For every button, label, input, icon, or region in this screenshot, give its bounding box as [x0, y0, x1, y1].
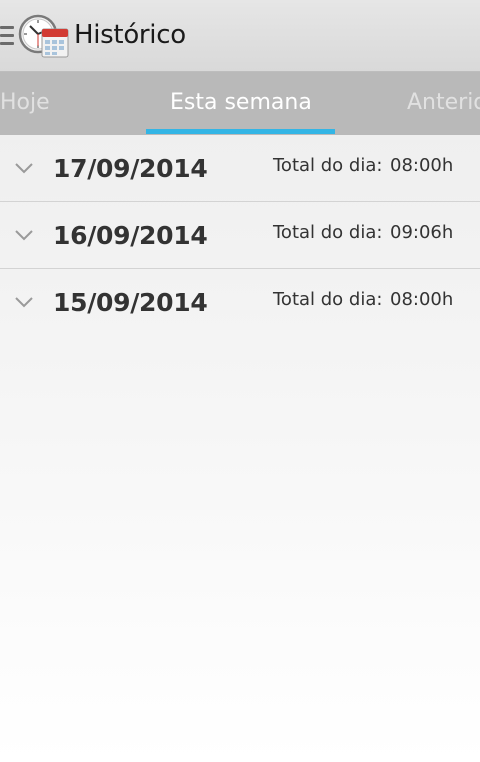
- day-total-label: Total do dia:: [273, 289, 383, 310]
- list-item[interactable]: 15/09/2014 Total do dia: 08:00h: [0, 269, 480, 336]
- clock-calendar-icon[interactable]: [18, 12, 70, 60]
- chevron-down-icon[interactable]: [14, 229, 34, 241]
- day-list: 17/09/2014 Total do dia: 08:00h 16/09/20…: [0, 135, 480, 336]
- day-date: 15/09/2014: [53, 288, 208, 317]
- selected-tab-indicator: [146, 129, 335, 134]
- list-item[interactable]: 16/09/2014 Total do dia: 09:06h: [0, 202, 480, 269]
- tab-hoje[interactable]: Hoje: [0, 90, 50, 115]
- hamburger-icon[interactable]: [0, 26, 16, 48]
- list-item[interactable]: 17/09/2014 Total do dia: 08:00h: [0, 135, 480, 202]
- action-bar: Histórico: [0, 0, 480, 72]
- day-total-value: 09:06h: [390, 222, 454, 243]
- day-date: 17/09/2014: [53, 154, 208, 183]
- tab-esta-semana[interactable]: Esta semana: [170, 90, 312, 115]
- day-total-value: 08:00h: [390, 155, 454, 176]
- day-total-label: Total do dia:: [273, 155, 383, 176]
- tab-strip: Hoje Esta semana Anterior: [0, 72, 480, 135]
- day-total-value: 08:00h: [390, 289, 454, 310]
- chevron-down-icon[interactable]: [14, 296, 34, 308]
- day-date: 16/09/2014: [53, 221, 208, 250]
- day-total-label: Total do dia:: [273, 222, 383, 243]
- chevron-down-icon[interactable]: [14, 162, 34, 174]
- tab-anterior[interactable]: Anterior: [407, 90, 480, 115]
- page-title: Histórico: [74, 20, 186, 50]
